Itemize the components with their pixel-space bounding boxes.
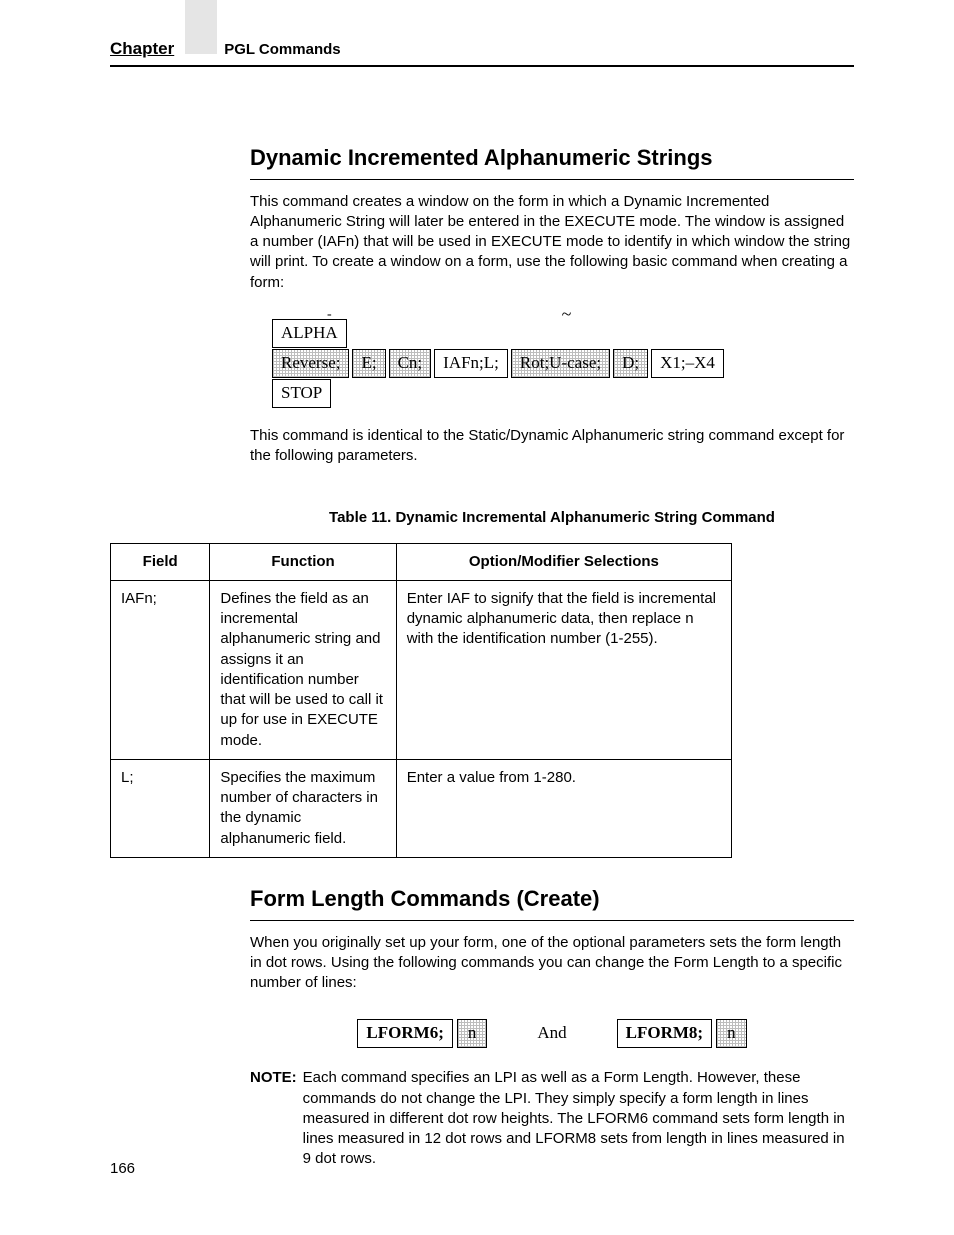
lform6-var: n	[457, 1019, 488, 1048]
syntax-reverse: Reverse;	[272, 349, 349, 378]
intro-paragraph-1: This command creates a window on the for…	[250, 192, 854, 293]
page-number: 166	[110, 1159, 135, 1179]
syntax-diagram: -~ ALPHA Reverse; E; Cn; IAFn;L; Rot;U-c…	[272, 311, 854, 408]
table-row: IAFn; Defines the field as an incrementa…	[111, 580, 732, 759]
header-section-title: PGL Commands	[224, 40, 340, 60]
note-label: NOTE:	[250, 1068, 297, 1169]
lform-and: And	[537, 1022, 566, 1045]
form-length-intro: When you originally set up your form, on…	[250, 933, 854, 994]
col-header-field: Field	[111, 543, 210, 580]
col-header-function: Function	[210, 543, 396, 580]
table-row: L; Specifies the maximum number of chara…	[111, 759, 732, 857]
lform6-label: LFORM6;	[357, 1019, 452, 1048]
syntax-rot: Rot;U-case;	[511, 349, 610, 378]
table-caption: Table 11. Dynamic Incremental Alphanumer…	[250, 508, 854, 528]
chapter-label: Chapter	[110, 38, 174, 61]
cell-function: Defines the field as an incremental alph…	[210, 580, 396, 759]
syntax-stop: STOP	[272, 379, 331, 408]
intro-paragraph-2: This command is identical to the Static/…	[250, 426, 854, 467]
syntax-cn: Cn;	[389, 349, 432, 378]
syntax-iafn: IAFn;L;	[434, 349, 508, 378]
section-heading-dynamic-incremented: Dynamic Incremented Alphanumeric Strings	[250, 143, 854, 180]
margin-gutter	[185, 0, 217, 54]
running-header: Chapter 9 PGL Commands	[110, 38, 854, 67]
parameter-table: Field Function Option/Modifier Selection…	[110, 543, 732, 858]
syntax-x: X1;–X4	[651, 349, 724, 378]
cell-option: Enter IAF to signify that the field is i…	[396, 580, 731, 759]
cell-option: Enter a value from 1-280.	[396, 759, 731, 857]
syntax-d: D;	[613, 349, 648, 378]
cell-field: IAFn;	[111, 580, 210, 759]
cell-function: Specifies the maximum number of characte…	[210, 759, 396, 857]
syntax-alpha: ALPHA	[272, 319, 347, 348]
syntax-e: E;	[352, 349, 385, 378]
lform-syntax-row: LFORM6; n And LFORM8; n	[250, 1019, 854, 1048]
lform8-label: LFORM8;	[617, 1019, 712, 1048]
note-text: Each command specifies an LPI as well as…	[303, 1068, 854, 1169]
lform8-var: n	[716, 1019, 747, 1048]
col-header-option: Option/Modifier Selections	[396, 543, 731, 580]
note-block: NOTE: Each command specifies an LPI as w…	[250, 1068, 854, 1169]
cell-field: L;	[111, 759, 210, 857]
section-heading-form-length: Form Length Commands (Create)	[250, 884, 854, 921]
